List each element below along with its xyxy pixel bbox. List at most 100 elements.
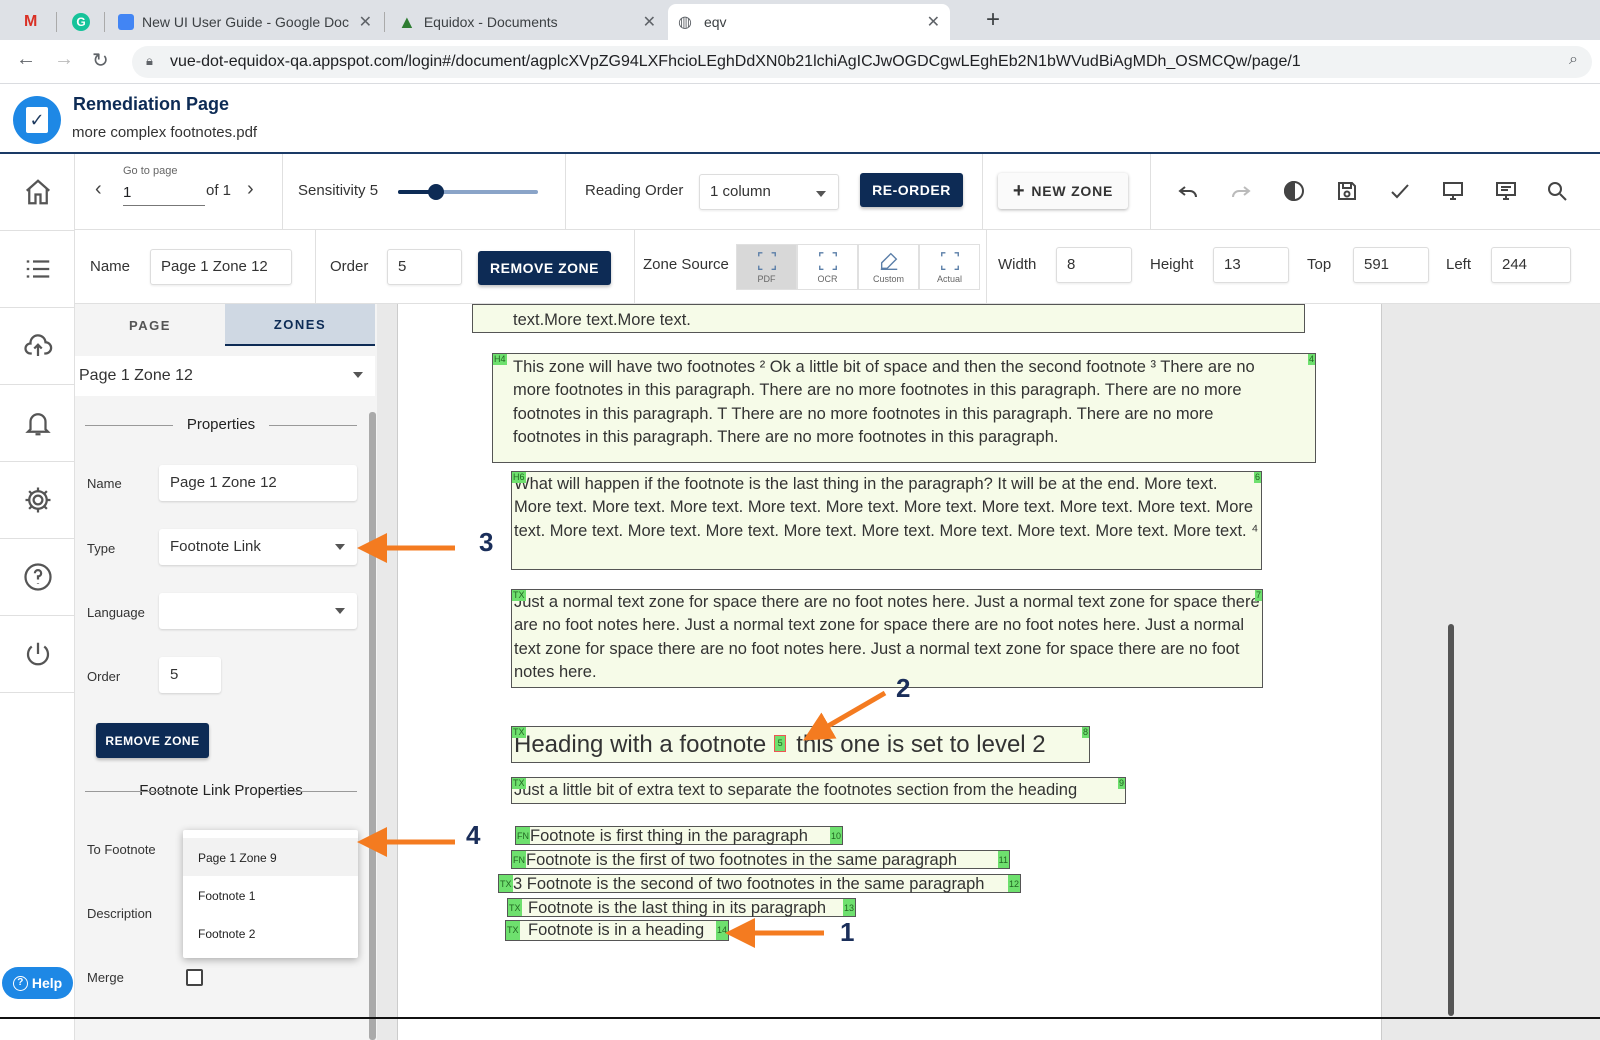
browser-tab-google-doc[interactable]: New UI User Guide - Google Doc ✕ bbox=[108, 4, 382, 40]
footnote-zone[interactable]: TX Footnote is in a heading 14 bbox=[505, 920, 729, 941]
dropdown-option[interactable]: Footnote 2 bbox=[183, 914, 358, 952]
nav-help[interactable] bbox=[0, 539, 75, 616]
chevron-down-icon bbox=[335, 544, 345, 550]
zone-order-tag: 12 bbox=[1007, 875, 1020, 892]
text-zone[interactable]: H6 6 What will happen if the footnote is… bbox=[511, 471, 1262, 570]
zone-type-tag: TX bbox=[512, 727, 526, 738]
nav-upload[interactable] bbox=[0, 308, 75, 385]
footnote-zone[interactable]: TX Footnote is the last thing in its par… bbox=[507, 898, 856, 917]
close-icon[interactable]: ✕ bbox=[927, 12, 940, 32]
gmail-icon: M bbox=[24, 13, 38, 30]
left-input[interactable]: 244 bbox=[1491, 247, 1571, 283]
bell-icon bbox=[24, 413, 51, 436]
height-input[interactable]: 13 bbox=[1213, 247, 1289, 283]
nav-logout[interactable] bbox=[0, 616, 75, 693]
zone-type-tag: FN bbox=[512, 851, 526, 868]
heading-zone[interactable]: TX 8 Heading with a footnote 5 this one is… bbox=[511, 726, 1090, 763]
zone-source-custom[interactable]: Custom bbox=[858, 244, 919, 290]
zone-toolbar: Name Page 1 Zone 12 Order 5 REMOVE ZONE … bbox=[75, 230, 1600, 304]
chevron-right-icon[interactable]: › bbox=[247, 178, 254, 201]
reading-order-select[interactable]: 1 column bbox=[699, 174, 839, 210]
zone-source-pdf[interactable]: PDF bbox=[736, 244, 797, 290]
url-text: vue-dot-equidox-qa.appspot.com/login#/do… bbox=[170, 53, 1301, 70]
canvas-scrollbar[interactable] bbox=[1448, 624, 1454, 1016]
zone-source-actual[interactable]: Actual bbox=[919, 244, 980, 290]
browser-tab-grammarly[interactable]: G bbox=[62, 4, 102, 40]
zone-source-ocr[interactable]: OCR bbox=[797, 244, 858, 290]
text-zone[interactable]: H4 4 This zone will have two footnotes ²… bbox=[492, 353, 1316, 463]
forward-icon[interactable]: → bbox=[54, 48, 74, 71]
nav-notifications[interactable] bbox=[0, 385, 75, 462]
new-zone-button[interactable]: + NEW ZONE bbox=[998, 173, 1128, 209]
zone-text: text.More text.More text. bbox=[513, 311, 691, 329]
actual-scan-icon bbox=[940, 252, 959, 270]
zone-order-tag: 4 bbox=[1307, 354, 1315, 365]
page-number-input[interactable]: 1 bbox=[123, 182, 205, 206]
dropdown-option[interactable]: Footnote 1 bbox=[183, 876, 358, 914]
redo-button[interactable] bbox=[1226, 176, 1256, 206]
magnifier-icon bbox=[1548, 182, 1567, 201]
footnote-zone[interactable]: FN Footnote is the first of two footnote… bbox=[511, 850, 1010, 869]
language-select[interactable] bbox=[159, 593, 357, 629]
text-zone[interactable]: TX 9 Just a little bit of extra text to … bbox=[511, 777, 1126, 804]
zoom-button[interactable] bbox=[1542, 176, 1572, 206]
zone-select[interactable]: Page 1 Zone 12 bbox=[75, 356, 375, 396]
dropdown-option[interactable]: Page 1 Zone 9 bbox=[183, 838, 358, 876]
zone-name-label: Name bbox=[90, 258, 131, 275]
tab-page[interactable]: PAGE bbox=[75, 304, 225, 346]
width-input[interactable]: 8 bbox=[1056, 247, 1132, 283]
footnote-zone[interactable]: TX 3 Footnote is the second of two footn… bbox=[498, 874, 1021, 893]
order-input[interactable]: 5 bbox=[159, 657, 221, 693]
type-value: Footnote Link bbox=[170, 538, 261, 555]
slider-thumb[interactable] bbox=[428, 184, 444, 200]
text-zone[interactable]: TX 7 Just a normal text zone for space t… bbox=[511, 589, 1263, 688]
check-button[interactable] bbox=[1385, 176, 1415, 206]
zone-source-label: PDF bbox=[757, 274, 776, 284]
browser-tab-equidox[interactable]: ▲ Equidox - Documents ✕ bbox=[388, 4, 666, 40]
zoom-icon[interactable]: ⌕ bbox=[1569, 51, 1578, 69]
help-button[interactable]: ? Help bbox=[2, 967, 73, 999]
zone-text: Just a normal text zone for space there … bbox=[514, 593, 1260, 682]
close-icon[interactable]: ✕ bbox=[359, 12, 372, 32]
reorder-button[interactable]: RE-ORDER bbox=[860, 173, 963, 207]
browser-tab-gmail[interactable]: M bbox=[14, 4, 58, 40]
remove-zone-button[interactable]: REMOVE ZONE bbox=[96, 723, 209, 758]
browser-tab-eqv[interactable]: ◍ eqv ✕ bbox=[668, 4, 950, 40]
merge-checkbox[interactable] bbox=[186, 969, 203, 986]
question-icon bbox=[23, 563, 52, 591]
chevron-left-icon[interactable]: ‹ bbox=[95, 178, 102, 201]
footnote-zone[interactable]: FN Footnote is first thing in the paragr… bbox=[515, 826, 843, 845]
reload-icon[interactable]: ↻ bbox=[92, 48, 109, 73]
sensitivity-slider[interactable] bbox=[398, 184, 538, 200]
merge-label: Merge bbox=[87, 970, 124, 985]
app-logo-icon: ✓ bbox=[13, 96, 61, 144]
new-tab-icon[interactable]: + bbox=[986, 6, 1000, 34]
to-footnote-dropdown[interactable]: Page 1 Zone 9 Footnote 1 Footnote 2 bbox=[183, 830, 358, 958]
nav-settings[interactable] bbox=[0, 462, 75, 539]
contrast-button[interactable] bbox=[1279, 176, 1309, 206]
chevron-down-icon bbox=[335, 608, 345, 614]
remove-zone-button[interactable]: REMOVE ZONE bbox=[478, 251, 611, 285]
grammarly-icon: G bbox=[72, 13, 90, 31]
footnote-text: 3 Footnote is the second of two footnote… bbox=[513, 875, 985, 893]
footnote-link-zone[interactable]: 5 bbox=[774, 735, 787, 752]
monitor-code-icon bbox=[1496, 182, 1516, 200]
close-icon[interactable]: ✕ bbox=[643, 12, 656, 32]
text-zone[interactable]: text.More text.More text. bbox=[472, 304, 1305, 333]
type-select[interactable]: Footnote Link bbox=[159, 529, 357, 565]
url-input[interactable]: 🔒︎ vue-dot-equidox-qa.appspot.com/login#… bbox=[132, 46, 1592, 78]
back-icon[interactable]: ← bbox=[16, 48, 36, 71]
name-input[interactable]: Page 1 Zone 12 bbox=[159, 465, 357, 501]
top-input[interactable]: 591 bbox=[1353, 247, 1429, 283]
nav-home[interactable] bbox=[0, 154, 75, 231]
zone-name-input[interactable]: Page 1 Zone 12 bbox=[150, 249, 292, 285]
preview-button[interactable] bbox=[1438, 176, 1468, 206]
tab-zones[interactable]: ZONES bbox=[225, 304, 375, 346]
monitor-icon bbox=[1443, 182, 1463, 200]
nav-list[interactable] bbox=[0, 231, 75, 308]
save-button[interactable] bbox=[1332, 176, 1362, 206]
output-preview-button[interactable] bbox=[1491, 176, 1521, 206]
panel-scrollbar[interactable] bbox=[369, 412, 376, 1040]
zone-order-input[interactable]: 5 bbox=[387, 249, 462, 285]
undo-button[interactable] bbox=[1173, 176, 1203, 206]
